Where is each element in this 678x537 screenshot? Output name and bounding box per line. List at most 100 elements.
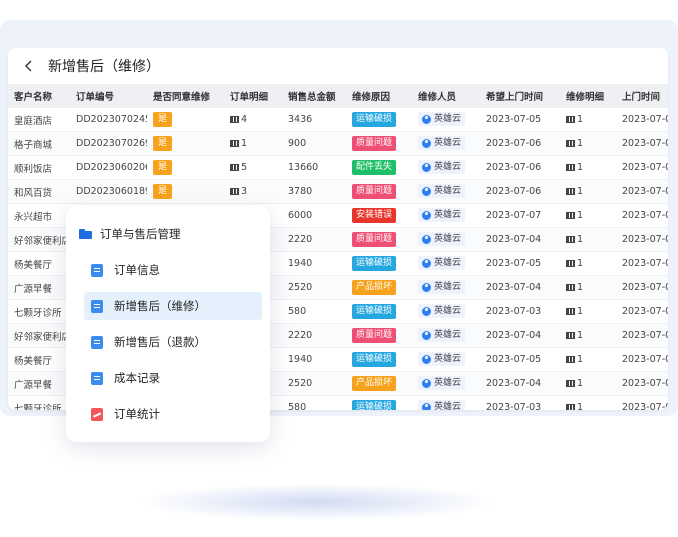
repair-detail-count[interactable]: 1 xyxy=(577,210,583,221)
menu-item-cost-record[interactable]: 成本记录 xyxy=(84,364,262,392)
column-header[interactable]: 维修人员 xyxy=(412,84,480,108)
repair-detail-count[interactable]: 1 xyxy=(577,306,583,317)
staff-name: 英雄云 xyxy=(434,354,462,365)
table-header-row: 客户名称 订单编号 是否同意维修 订单明细 销售总金额 维修原因 维修人员 希望上门时间 维修明… xyxy=(8,84,668,108)
repair-detail-count[interactable]: 1 xyxy=(577,138,583,149)
menu-item-order-info[interactable]: 订单信息 xyxy=(84,256,262,284)
order-detail-count[interactable]: 5 xyxy=(241,162,247,173)
column-header[interactable]: 订单明细 xyxy=(224,84,282,108)
sales-amount: 6000 xyxy=(288,210,313,221)
staff-tag: 英雄云 xyxy=(418,184,466,199)
column-header[interactable]: 是否同意维修 xyxy=(147,84,224,108)
staff-name: 英雄云 xyxy=(434,330,462,341)
sales-amount: 3436 xyxy=(288,114,313,125)
repair-reason-tag: 安装错误 xyxy=(352,208,397,223)
table-icon xyxy=(566,284,575,291)
visit-date: 2023-07-04 xyxy=(622,258,668,269)
staff-tag: 英雄云 xyxy=(418,328,466,343)
user-icon xyxy=(422,330,431,340)
page-header: 新增售后（维修） xyxy=(8,48,668,84)
user-icon xyxy=(422,306,431,316)
repair-detail-count[interactable]: 1 xyxy=(577,186,583,197)
repair-detail-count[interactable]: 1 xyxy=(577,234,583,245)
order-detail-count[interactable]: 1 xyxy=(241,138,247,149)
table-icon xyxy=(230,188,239,195)
hope-visit-date: 2023-07-04 xyxy=(486,378,542,389)
hope-visit-date: 2023-07-04 xyxy=(486,234,542,245)
table-row[interactable]: 格子商城 DD2023070269 是 1 900 质量问题 英雄云 2023-07-06 1 2… xyxy=(8,131,668,156)
hope-visit-date: 2023-07-05 xyxy=(486,258,542,269)
staff-tag: 英雄云 xyxy=(418,136,466,151)
repair-reason-tag: 产品损坏 xyxy=(352,376,397,391)
visit-date: 2023-07-02 xyxy=(622,306,668,317)
sales-amount: 900 xyxy=(288,138,307,149)
menu-item-new-refund[interactable]: 新增售后（退款） xyxy=(84,328,262,356)
hope-visit-date: 2023-07-07 xyxy=(486,210,542,221)
column-header[interactable]: 订单编号 xyxy=(70,84,147,108)
table-row[interactable]: 顺利饭店 DD2023060206 是 5 13660 配件丢失 英雄云 2023-07-06… xyxy=(8,155,668,180)
user-icon xyxy=(422,282,431,292)
staff-tag: 英雄云 xyxy=(418,112,466,127)
repair-detail-count[interactable]: 1 xyxy=(577,378,583,389)
repair-detail-count[interactable]: 1 xyxy=(577,330,583,341)
menu-item-new-repair[interactable]: 新增售后（维修） xyxy=(84,292,262,320)
column-header[interactable]: 维修原因 xyxy=(346,84,412,108)
sales-amount: 2220 xyxy=(288,330,313,341)
order-number: DD2023060189 xyxy=(76,186,147,197)
customer-name: 广源早餐 xyxy=(14,283,53,295)
repair-detail-count[interactable]: 1 xyxy=(577,114,583,125)
back-arrow-icon[interactable] xyxy=(24,56,38,76)
order-detail-count[interactable]: 3 xyxy=(241,186,247,197)
staff-name: 英雄云 xyxy=(434,378,462,389)
column-header[interactable]: 销售总金额 xyxy=(282,84,346,108)
column-header[interactable]: 维修明细 xyxy=(560,84,616,108)
menu-item-label: 订单信息 xyxy=(114,263,160,277)
column-header[interactable]: 希望上门时间 xyxy=(480,84,560,108)
order-detail-count[interactable]: 4 xyxy=(241,114,247,125)
column-header[interactable]: 客户名称 xyxy=(8,84,70,108)
repair-reason-tag: 运输破损 xyxy=(352,352,397,367)
repair-detail-count[interactable]: 1 xyxy=(577,258,583,269)
staff-name: 英雄云 xyxy=(434,282,462,293)
document-icon xyxy=(91,335,103,349)
table-icon xyxy=(566,116,575,123)
menu-item-order-stats[interactable]: 订单统计 xyxy=(84,400,262,428)
staff-name: 英雄云 xyxy=(434,138,462,149)
table-row[interactable]: 和风百货 DD2023060189 是 3 3780 质量问题 英雄云 2023-07-06 1… xyxy=(8,179,668,204)
menu-item-label: 订单统计 xyxy=(114,407,160,421)
table-icon xyxy=(566,380,575,387)
menu-item-label: 成本记录 xyxy=(114,371,160,385)
visit-date: 2023-07-05 xyxy=(622,330,668,341)
customer-name: 杨美餐厅 xyxy=(14,355,53,367)
table-row[interactable]: 皇庭酒店 DD2023070245 是 4 3436 运输破损 英雄云 2023-07-05 1… xyxy=(8,108,668,132)
page-title: 新增售后（维修） xyxy=(48,59,160,75)
visit-date: 2023-07-07 xyxy=(622,162,668,173)
document-icon xyxy=(91,371,103,385)
chart-icon xyxy=(91,407,103,421)
sales-amount: 13660 xyxy=(288,162,319,173)
user-icon xyxy=(422,354,431,364)
user-icon xyxy=(422,138,431,148)
repair-detail-count[interactable]: 1 xyxy=(577,162,583,173)
repair-detail-count[interactable]: 1 xyxy=(577,402,583,410)
repair-reason-tag: 质量问题 xyxy=(352,136,397,151)
column-header[interactable]: 上门时间 xyxy=(616,84,668,108)
document-icon xyxy=(91,299,103,313)
repair-detail-count[interactable]: 1 xyxy=(577,354,583,365)
order-number: DD2023070245 xyxy=(76,114,147,125)
repair-reason-tag: 质量问题 xyxy=(352,232,397,247)
visit-date: 2023-07-05 xyxy=(622,210,668,221)
staff-tag: 英雄云 xyxy=(418,208,466,223)
user-icon xyxy=(422,186,431,196)
agree-badge: 是 xyxy=(153,184,173,199)
repair-detail-count[interactable]: 1 xyxy=(577,282,583,293)
table-icon xyxy=(566,404,575,410)
menu-group-header[interactable]: 订单与售后管理 xyxy=(79,226,181,242)
table-icon xyxy=(566,212,575,219)
table-icon xyxy=(230,116,239,123)
repair-reason-tag: 运输破损 xyxy=(352,400,397,410)
repair-reason-tag: 运输破损 xyxy=(352,112,397,127)
table-icon xyxy=(566,164,575,171)
customer-name: 好邻家便利店 xyxy=(14,235,70,247)
staff-tag: 英雄云 xyxy=(418,256,466,271)
